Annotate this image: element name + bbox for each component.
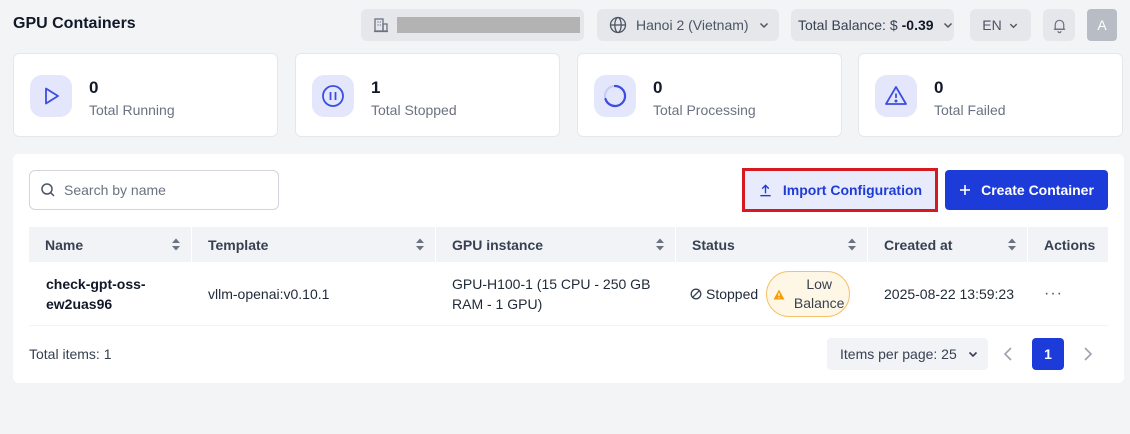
balance-display[interactable]: Total Balance: $ -0.39 [791, 9, 954, 41]
stat-card-stopped: 1 Total Stopped [295, 53, 560, 137]
play-icon [45, 87, 59, 105]
warning-icon [773, 289, 785, 299]
upload-icon [760, 183, 771, 196]
column-header-actions: Actions [1044, 236, 1096, 253]
column-header-created-at[interactable]: Created at [868, 227, 1028, 262]
items-per-page-select[interactable]: Items per page: 25 [827, 338, 988, 370]
stat-value: 0 [89, 78, 99, 97]
table-row[interactable]: check-gpt-oss-ew2uas96 vllm-openai:v0.10… [29, 262, 1108, 326]
chevron-down-icon [759, 22, 768, 29]
table-header: Name Template GPU instance Status Create… [29, 227, 1108, 262]
language-select[interactable]: EN [970, 9, 1031, 41]
stat-value: 0 [934, 78, 944, 97]
stat-label: Total Processing [653, 102, 756, 118]
stat-card-failed: 0 Total Failed [858, 53, 1123, 137]
search-input[interactable] [64, 182, 264, 198]
region-label: Hanoi 2 (Vietnam) [636, 17, 749, 33]
balance-label: Total Balance: $ [798, 17, 898, 33]
stopped-icon [690, 288, 702, 300]
cell-created-at: 2025-08-22 13:59:23 [884, 286, 1014, 302]
search-icon [41, 183, 55, 197]
stat-value: 0 [653, 78, 663, 97]
pagination-page-current[interactable]: 1 [1032, 338, 1064, 370]
top-bar: GPU Containers Hanoi 2 (Vietnam) Total B… [0, 0, 1130, 50]
stat-label: Total Failed [934, 102, 1006, 118]
create-container-label: Create Container [981, 182, 1094, 198]
low-balance-badge: Low Balance [766, 271, 851, 317]
import-configuration-label: Import Configuration [782, 182, 923, 198]
stat-label: Total Stopped [371, 102, 457, 118]
bell-icon [1053, 19, 1065, 33]
balance-value: -0.39 [901, 17, 934, 33]
language-label: EN [982, 17, 1002, 33]
page-title: GPU Containers [13, 15, 136, 32]
pagination-prev-icon[interactable] [1001, 343, 1015, 365]
sort-icon [848, 238, 856, 251]
column-header-template[interactable]: Template [192, 227, 436, 262]
pagination-next-icon[interactable] [1081, 343, 1095, 365]
avatar[interactable]: A [1087, 9, 1117, 41]
chevron-down-icon [1009, 23, 1017, 28]
globe-icon [609, 16, 627, 34]
search-box[interactable] [29, 170, 279, 210]
total-items: Total items: 1 [29, 346, 112, 362]
spinner-icon [603, 84, 627, 108]
more-actions-button[interactable]: ··· [1044, 284, 1063, 304]
cell-status: Stopped Low Balance [676, 262, 868, 326]
cell-template: vllm-openai:v0.10.1 [208, 286, 330, 302]
pause-icon [322, 85, 344, 107]
cell-name[interactable]: check-gpt-oss-ew2uas96 [29, 262, 192, 326]
sort-icon [1008, 238, 1016, 251]
stat-card-running: 0 Total Running [13, 53, 278, 137]
organization-select[interactable] [361, 9, 584, 41]
import-configuration-button[interactable]: Import Configuration [742, 168, 938, 212]
chevron-down-icon [968, 351, 977, 358]
containers-panel: Import Configuration Create Container Na… [13, 154, 1124, 383]
chevron-down-icon [943, 22, 952, 29]
stat-value: 1 [371, 78, 381, 97]
redacted-organization-name [397, 17, 580, 33]
cell-actions: ··· [1028, 262, 1108, 326]
cell-gpu-instance: GPU-H100-1 (15 CPU - 250 GB RAM - 1 GPU) [452, 276, 651, 312]
stat-card-processing: 0 Total Processing [577, 53, 842, 137]
create-container-button[interactable]: Create Container [945, 170, 1108, 210]
sort-icon [416, 238, 424, 251]
plus-icon [960, 185, 971, 195]
notifications-button[interactable] [1043, 9, 1075, 41]
column-header-gpu-instance[interactable]: GPU instance [436, 227, 676, 262]
building-icon [374, 18, 388, 33]
column-header-status[interactable]: Status [676, 227, 868, 262]
warning-icon [885, 86, 907, 105]
region-select[interactable]: Hanoi 2 (Vietnam) [597, 9, 779, 41]
sort-icon [656, 238, 664, 251]
sort-icon [172, 238, 180, 251]
status-stopped: Stopped [690, 284, 758, 304]
column-header-name[interactable]: Name [29, 227, 192, 262]
stat-label: Total Running [89, 102, 175, 118]
